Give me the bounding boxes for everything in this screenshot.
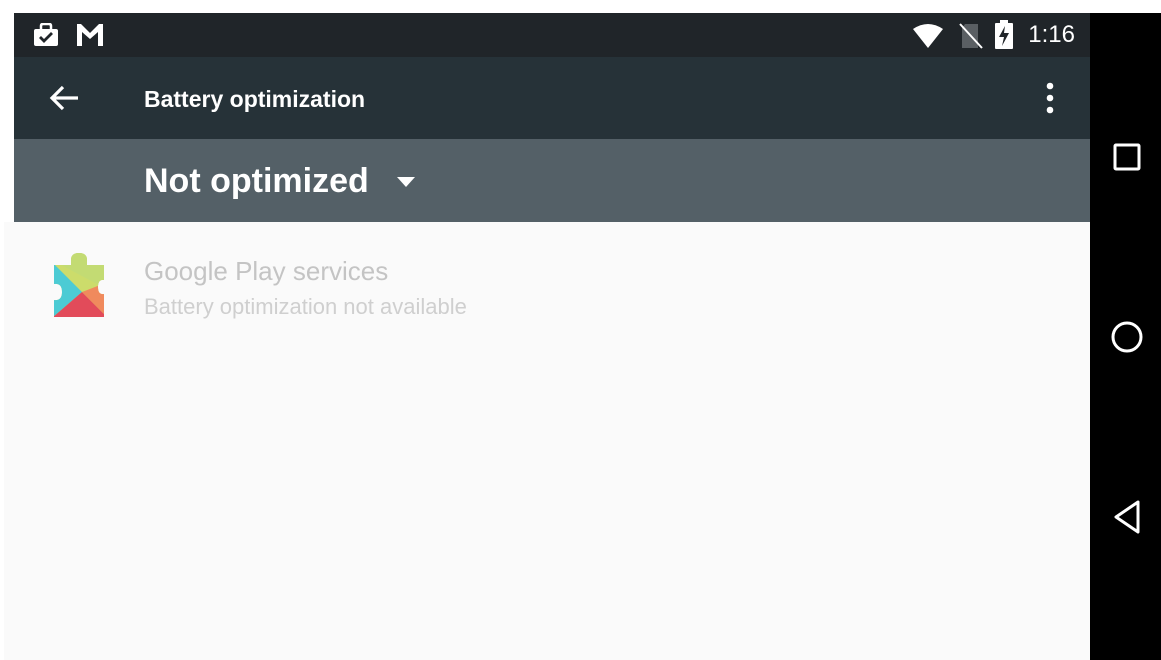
app-list: Google Play services Battery optimizatio… — [4, 222, 1090, 660]
status-bar: 1:16 — [14, 13, 1090, 57]
app-bar: Battery optimization — [14, 57, 1090, 139]
home-icon[interactable] — [1110, 320, 1144, 359]
navigation-bar — [1090, 13, 1161, 660]
filter-selected-label: Not optimized — [144, 162, 369, 200]
page-title: Battery optimization — [144, 86, 366, 112]
list-item: Google Play services Battery optimizatio… — [4, 222, 1090, 332]
app-status: Battery optimization not available — [144, 294, 467, 319]
arrow-back-icon[interactable] — [48, 82, 80, 119]
filter-bar: Not optimized — [14, 139, 1090, 222]
google-play-services-icon — [52, 252, 108, 323]
status-time: 1:16 — [1028, 21, 1075, 48]
no-sim-icon — [958, 22, 984, 55]
more-vert-icon[interactable] — [1038, 81, 1062, 122]
battery-charging-icon — [994, 20, 1014, 55]
recents-icon[interactable] — [1112, 142, 1142, 177]
filter-dropdown[interactable]: Not optimized — [144, 149, 434, 213]
dropdown-arrow-icon — [396, 175, 416, 193]
wifi-icon — [912, 23, 944, 54]
app-name: Google Play services — [144, 256, 389, 286]
briefcase-check-icon — [32, 22, 60, 52]
gmail-icon — [76, 23, 104, 52]
back-icon[interactable] — [1112, 499, 1142, 540]
android-screen: 1:16 Battery optimization Not optimized — [0, 0, 1161, 660]
